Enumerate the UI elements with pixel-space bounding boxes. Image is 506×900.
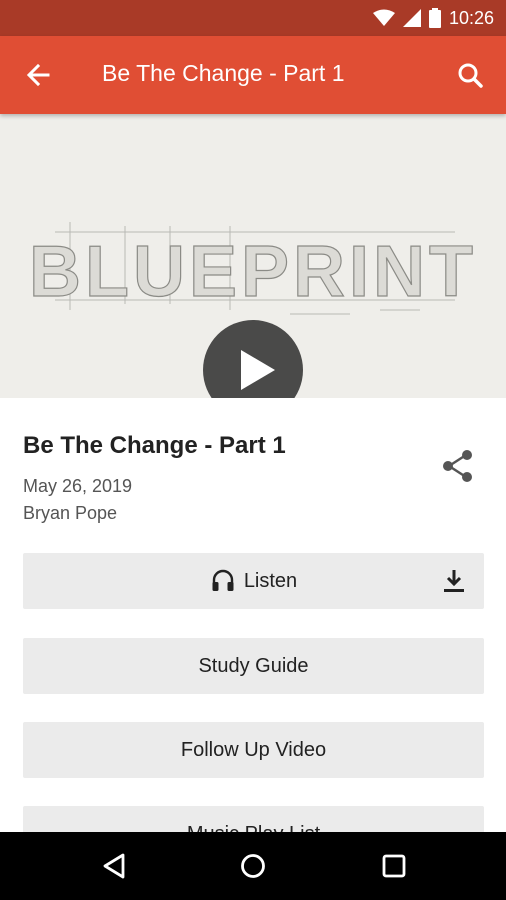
sermon-date: May 26, 2019 [23, 476, 133, 496]
arrow-back-icon [26, 63, 50, 87]
video-thumbnail[interactable]: BLUEPRINT [0, 114, 506, 398]
signal-icon [402, 9, 421, 27]
back-button[interactable] [18, 55, 58, 95]
status-time: 10:26 [448, 7, 494, 28]
follow-up-video-label: Follow Up Video [180, 738, 327, 761]
listen-label: Listen [243, 569, 298, 592]
status-icons: 10:26 [372, 0, 494, 36]
download-button[interactable] [440, 567, 468, 595]
app-bar-title: Be The Change - Part 1 [102, 60, 345, 86]
system-navigation-bar [0, 832, 506, 900]
download-icon [444, 570, 464, 592]
status-bar: 10:26 [0, 0, 506, 36]
app-bar: Be The Change - Part 1 [0, 36, 506, 114]
wifi-icon [372, 9, 395, 26]
play-icon [241, 350, 275, 390]
study-guide-button[interactable]: Study Guide [23, 638, 484, 694]
home-circle-icon [241, 854, 265, 878]
share-icon [443, 450, 472, 482]
nav-back-button[interactable] [94, 846, 134, 886]
sermon-title: Be The Change - Part 1 [23, 432, 286, 459]
nav-recents-button[interactable] [374, 846, 414, 886]
search-button[interactable] [450, 55, 490, 95]
sermon-speaker: Bryan Pope [23, 503, 118, 523]
play-button[interactable] [203, 320, 303, 398]
study-guide-label: Study Guide [198, 654, 309, 677]
listen-button[interactable]: Listen [23, 553, 484, 609]
nav-home-button[interactable] [233, 846, 273, 886]
headphones-icon [212, 569, 234, 591]
follow-up-video-button[interactable]: Follow Up Video [23, 722, 484, 778]
back-triangle-icon [103, 853, 125, 879]
battery-icon [428, 8, 441, 28]
share-button[interactable] [438, 446, 478, 486]
recents-square-icon [382, 854, 406, 878]
search-icon [458, 63, 483, 88]
